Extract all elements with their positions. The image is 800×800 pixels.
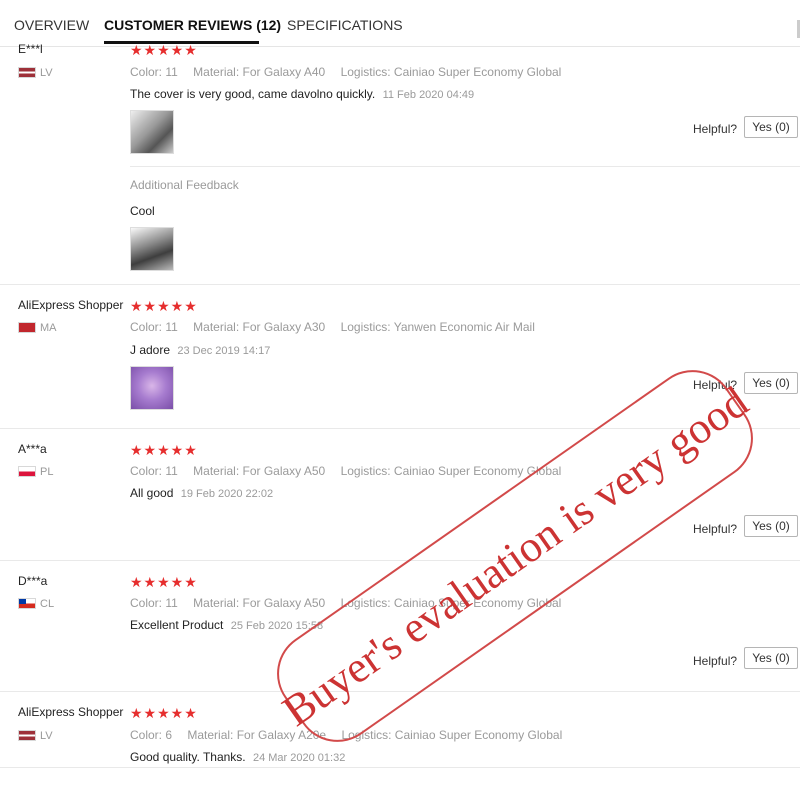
- review-text-line: J adore 23 Dec 2019 14:17: [130, 343, 270, 357]
- review-text: All good: [130, 486, 174, 500]
- reviewer-name: E***l: [18, 42, 43, 56]
- meta-logistics: Logistics: Cainiao Super Economy Global: [341, 728, 563, 742]
- review-meta: Color: 11 Material: For Galaxy A40 Logis…: [130, 65, 561, 79]
- additional-feedback-label: Additional Feedback: [130, 178, 239, 192]
- country-code: LV: [40, 730, 53, 742]
- review-date: 23 Dec 2019 14:17: [177, 345, 271, 357]
- divider: [0, 767, 800, 768]
- review-text: Good quality. Thanks.: [130, 750, 246, 764]
- review-tabs: OVERVIEW CUSTOMER REVIEWS (12) SPECIFICA…: [0, 0, 800, 47]
- review-meta: Color: 11 Material: For Galaxy A30 Logis…: [130, 320, 535, 334]
- country-code: PL: [40, 466, 54, 478]
- tab-specifications[interactable]: SPECIFICATIONS: [287, 17, 403, 33]
- country-flag-icon: [18, 598, 36, 609]
- review-text-line: All good 19 Feb 2020 22:02: [130, 486, 273, 500]
- reviewer-name: AliExpress Shopper: [18, 298, 124, 312]
- meta-color: Color: 6: [130, 728, 173, 742]
- star-rating: ★★★★★: [130, 298, 198, 314]
- evaluation-stamp: Buyer's evaluation is very good: [260, 353, 770, 759]
- review-text-line: Excellent Product 25 Feb 2020 15:58: [130, 618, 323, 632]
- star-rating: ★★★★★: [130, 574, 198, 590]
- country-code: MA: [40, 322, 57, 334]
- divider: [0, 560, 800, 561]
- helpful-yes-button[interactable]: Yes (0): [744, 116, 798, 138]
- country-flag-icon: [18, 466, 36, 477]
- meta-material: Material: For Galaxy A40: [193, 65, 326, 79]
- review-text: J adore: [130, 343, 171, 357]
- review-text: The cover is very good, came davolno qui…: [130, 87, 376, 101]
- meta-material: Material: For Galaxy A30: [193, 320, 326, 334]
- tab-customer-reviews[interactable]: CUSTOMER REVIEWS (12): [104, 17, 281, 33]
- divider: [130, 166, 800, 167]
- star-rating: ★★★★★: [130, 705, 198, 721]
- review-meta: Color: 11 Material: For Galaxy A50 Logis…: [130, 596, 561, 610]
- country-code: LV: [40, 67, 53, 79]
- review-meta: Color: 6 Material: For Galaxy A20e Logis…: [130, 728, 562, 742]
- review-date: 25 Feb 2020 15:58: [230, 620, 324, 632]
- meta-color: Color: 11: [130, 596, 178, 610]
- reviewer-name: A***a: [18, 442, 47, 456]
- meta-color: Color: 11: [130, 65, 178, 79]
- helpful-label: Helpful?: [693, 654, 738, 668]
- divider: [0, 428, 800, 429]
- meta-material: Material: For Galaxy A50: [193, 596, 326, 610]
- meta-material: Material: For Galaxy A50: [193, 464, 326, 478]
- additional-feedback-photo[interactable]: [130, 227, 174, 271]
- review-text-line: Good quality. Thanks. 24 Mar 2020 01:32: [130, 750, 345, 764]
- helpful-yes-button[interactable]: Yes (0): [744, 372, 798, 394]
- review-meta: Color: 11 Material: For Galaxy A50 Logis…: [130, 464, 561, 478]
- reviewer-name: AliExpress Shopper: [18, 705, 124, 719]
- star-rating: ★★★★★: [130, 442, 198, 458]
- additional-feedback-text: Cool: [130, 204, 155, 218]
- meta-logistics: Logistics: Cainiao Super Economy Global: [340, 596, 562, 610]
- helpful-yes-button[interactable]: Yes (0): [744, 647, 798, 669]
- star-rating: ★★★★★: [130, 42, 198, 58]
- review-photo[interactable]: [130, 110, 174, 154]
- helpful-yes-button[interactable]: Yes (0): [744, 515, 798, 537]
- meta-logistics: Logistics: Cainiao Super Economy Global: [340, 65, 562, 79]
- country-code: CL: [40, 598, 55, 610]
- divider: [0, 284, 800, 285]
- review-text: Excellent Product: [130, 618, 224, 632]
- country-flag-icon: [18, 67, 36, 78]
- stamp-text: Buyer's evaluation is very good: [273, 376, 757, 736]
- review-text-line: The cover is very good, came davolno qui…: [130, 87, 474, 101]
- review-photo[interactable]: [130, 366, 174, 410]
- helpful-label: Helpful?: [693, 122, 738, 136]
- meta-material: Material: For Galaxy A20e: [187, 728, 327, 742]
- meta-logistics: Logistics: Yanwen Economic Air Mail: [340, 320, 535, 334]
- tab-overview[interactable]: OVERVIEW: [14, 17, 89, 33]
- meta-color: Color: 11: [130, 320, 178, 334]
- country-flag-icon: [18, 322, 36, 333]
- review-date: 24 Mar 2020 01:32: [252, 752, 346, 764]
- reviewer-name: D***a: [18, 574, 48, 588]
- meta-color: Color: 11: [130, 464, 178, 478]
- country-flag-icon: [18, 730, 36, 741]
- review-date: 19 Feb 2020 22:02: [180, 488, 274, 500]
- helpful-label: Helpful?: [693, 522, 738, 536]
- review-date: 11 Feb 2020 04:49: [382, 89, 475, 101]
- divider: [0, 691, 800, 692]
- helpful-label: Helpful?: [693, 378, 738, 392]
- meta-logistics: Logistics: Cainiao Super Economy Global: [340, 464, 562, 478]
